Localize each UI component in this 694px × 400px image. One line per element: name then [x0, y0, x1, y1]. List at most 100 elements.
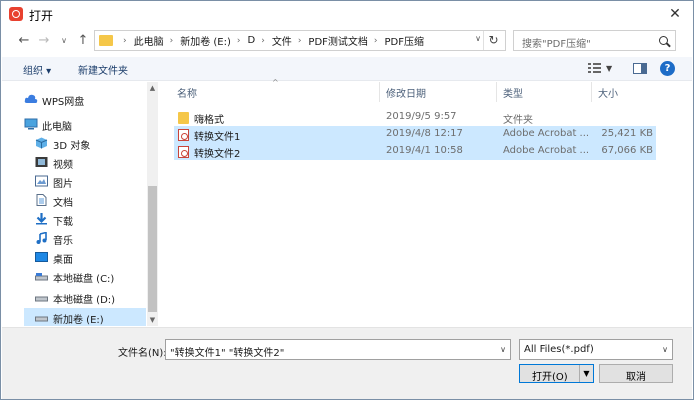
cube-icon [35, 137, 48, 149]
folder-icon [99, 35, 113, 46]
new-folder-button[interactable]: 新建文件夹 [78, 62, 128, 77]
breadcrumb-d[interactable]: D [248, 35, 256, 46]
sidebar-item-label: 本地磁盘 (C:) [53, 274, 115, 285]
sidebar-item-downloads[interactable]: 下载 [35, 210, 145, 228]
file-type-filter-select[interactable]: All Files(*.pdf) ∨ [519, 339, 673, 360]
title-bar: 打开 ✕ [1, 1, 693, 27]
address-bar[interactable]: › 此电脑 › 新加卷 (E:) › D › 文件 › PDF测试文档 › PD… [94, 30, 506, 51]
sort-ascending-icon: ^ [272, 78, 279, 87]
video-icon [35, 156, 48, 168]
file-size: 25,421 KB [601, 128, 653, 139]
recent-locations-dropdown[interactable]: ∨ [55, 31, 73, 51]
sidebar-item-label: 本地磁盘 (D:) [53, 295, 116, 306]
cancel-button-label: 取消 [626, 372, 646, 383]
view-options-icon[interactable] [588, 63, 601, 74]
table-row[interactable]: 转换文件1 2019/4/8 12:17 Adobe Acrobat ... 2… [174, 126, 656, 143]
sidebar-item-label: 3D 对象 [53, 141, 91, 152]
file-size: 67,066 KB [601, 145, 653, 156]
file-list: 名称 ^ 修改日期 类型 大小 嗨格式 2019/9/5 9:57 文件夹 转换… [169, 78, 659, 326]
sidebar-item-drive-d[interactable]: 本地磁盘 (D:) [35, 288, 145, 306]
scroll-up-arrow-icon[interactable]: ▲ [147, 84, 158, 92]
column-header-type[interactable]: 类型 [503, 85, 523, 100]
preview-pane-icon[interactable] [633, 63, 647, 74]
drive-icon [35, 311, 48, 323]
sidebar-item-drive-c[interactable]: 本地磁盘 (C:) [35, 267, 145, 285]
breadcrumb-separator[interactable]: › [170, 36, 174, 46]
breadcrumb-pdf-test-docs[interactable]: PDF测试文档 [308, 33, 367, 48]
wps-app-icon [9, 7, 23, 21]
search-icon[interactable] [659, 36, 668, 45]
sidebar-item-label: 新加卷 (E:) [53, 315, 104, 326]
column-header-name[interactable]: 名称 [177, 85, 197, 100]
sidebar-item-label: 图片 [53, 179, 73, 190]
cloud-icon [24, 93, 38, 105]
open-button[interactable]: 打开(O) ▼ [519, 364, 594, 383]
search-input[interactable]: 搜索"PDF压缩" [513, 30, 676, 51]
column-header-size[interactable]: 大小 [598, 85, 618, 100]
sidebar-item-label: 音乐 [53, 236, 73, 247]
sidebar-item-pictures[interactable]: 图片 [35, 172, 145, 190]
back-button[interactable]: ← [15, 31, 33, 51]
file-type: 文件夹 [503, 115, 533, 126]
help-icon[interactable]: ? [660, 61, 675, 76]
sidebar-item-music[interactable]: 音乐 [35, 229, 145, 247]
file-date: 2019/9/5 9:57 [386, 111, 457, 122]
sidebar-item-videos[interactable]: 视频 [35, 153, 145, 171]
breadcrumb-drive-e[interactable]: 新加卷 (E:) [180, 33, 231, 48]
command-toolbar: 组织 ▾ 新建文件夹 ▼ ? [2, 57, 692, 81]
pdf-file-icon [178, 129, 189, 141]
up-button[interactable]: ↑ [74, 31, 92, 51]
filter-value: All Files(*.pdf) [524, 344, 594, 355]
file-name: 嗨格式 [194, 115, 224, 126]
file-type: Adobe Acrobat ... [503, 128, 590, 139]
view-options-dropdown[interactable]: ▼ [606, 64, 612, 73]
drive-icon [35, 291, 48, 303]
chevron-down-icon[interactable]: ∨ [500, 345, 506, 354]
breadcrumb-separator[interactable]: › [374, 36, 378, 46]
sidebar-item-label: WPS网盘 [42, 97, 85, 108]
folder-icon [178, 112, 189, 124]
filename-value: "转换文件1" "转换文件2" [170, 348, 285, 359]
column-divider[interactable] [379, 82, 380, 102]
file-name: 转换文件1 [194, 132, 241, 143]
file-name: 转换文件2 [194, 149, 241, 160]
close-button[interactable]: ✕ [665, 4, 685, 24]
breadcrumb-separator[interactable]: › [298, 36, 302, 46]
breadcrumb-this-pc[interactable]: 此电脑 [134, 33, 164, 48]
file-date: 2019/4/8 12:17 [386, 128, 463, 139]
forward-button[interactable]: → [35, 31, 53, 51]
breadcrumb: › 此电脑 › 新加卷 (E:) › D › 文件 › PDF测试文档 › PD… [117, 31, 424, 50]
sidebar-scrollbar[interactable]: ▲ ▼ [147, 82, 158, 326]
navigation-bar: ← → ∨ ↑ › 此电脑 › 新加卷 (E:) › D › 文件 › PDF测… [1, 29, 693, 53]
search-placeholder: 搜索"PDF压缩" [522, 39, 591, 50]
sidebar-item-documents[interactable]: 文档 [35, 191, 145, 209]
open-file-dialog: 打开 ✕ ← → ∨ ↑ › 此电脑 › 新加卷 (E:) › D › 文件 ›… [0, 0, 694, 400]
breadcrumb-separator[interactable]: › [261, 36, 265, 46]
column-header-date[interactable]: 修改日期 [386, 85, 426, 100]
dialog-footer: 文件名(N): "转换文件1" "转换文件2" ∨ All Files(*.pd… [2, 327, 692, 399]
sidebar-item-this-pc[interactable]: 此电脑 [24, 115, 144, 133]
cancel-button[interactable]: 取消 [599, 364, 673, 383]
chevron-down-icon[interactable]: ∨ [662, 345, 668, 354]
open-button-label: 打开(O) [532, 372, 568, 383]
column-divider[interactable] [591, 82, 592, 102]
open-options-dropdown[interactable]: ▼ [579, 365, 593, 382]
address-history-dropdown[interactable]: ∨ [475, 34, 481, 43]
scroll-down-arrow-icon[interactable]: ▼ [147, 316, 158, 324]
scrollbar-thumb[interactable] [148, 186, 157, 312]
sidebar-item-drive-e[interactable]: 新加卷 (E:) [24, 308, 146, 326]
filename-field[interactable]: "转换文件1" "转换文件2" ∨ [165, 339, 511, 360]
desktop-icon [35, 251, 48, 263]
sidebar-item-desktop[interactable]: 桌面 [35, 248, 145, 266]
breadcrumb-files[interactable]: 文件 [272, 33, 292, 48]
column-divider[interactable] [496, 82, 497, 102]
table-row[interactable]: 嗨格式 2019/9/5 9:57 文件夹 [174, 109, 656, 126]
organize-menu-button[interactable]: 组织 ▾ [23, 62, 51, 77]
refresh-button[interactable]: ↻ [483, 31, 503, 50]
picture-icon [35, 175, 48, 187]
breadcrumb-separator[interactable]: › [237, 36, 241, 46]
breadcrumb-pdf-compress[interactable]: PDF压缩 [385, 33, 424, 48]
table-row[interactable]: 转换文件2 2019/4/1 10:58 Adobe Acrobat ... 6… [174, 143, 656, 160]
sidebar-item-3d-objects[interactable]: 3D 对象 [35, 134, 145, 152]
sidebar-item-wps-cloud[interactable]: WPS网盘 [24, 90, 144, 108]
